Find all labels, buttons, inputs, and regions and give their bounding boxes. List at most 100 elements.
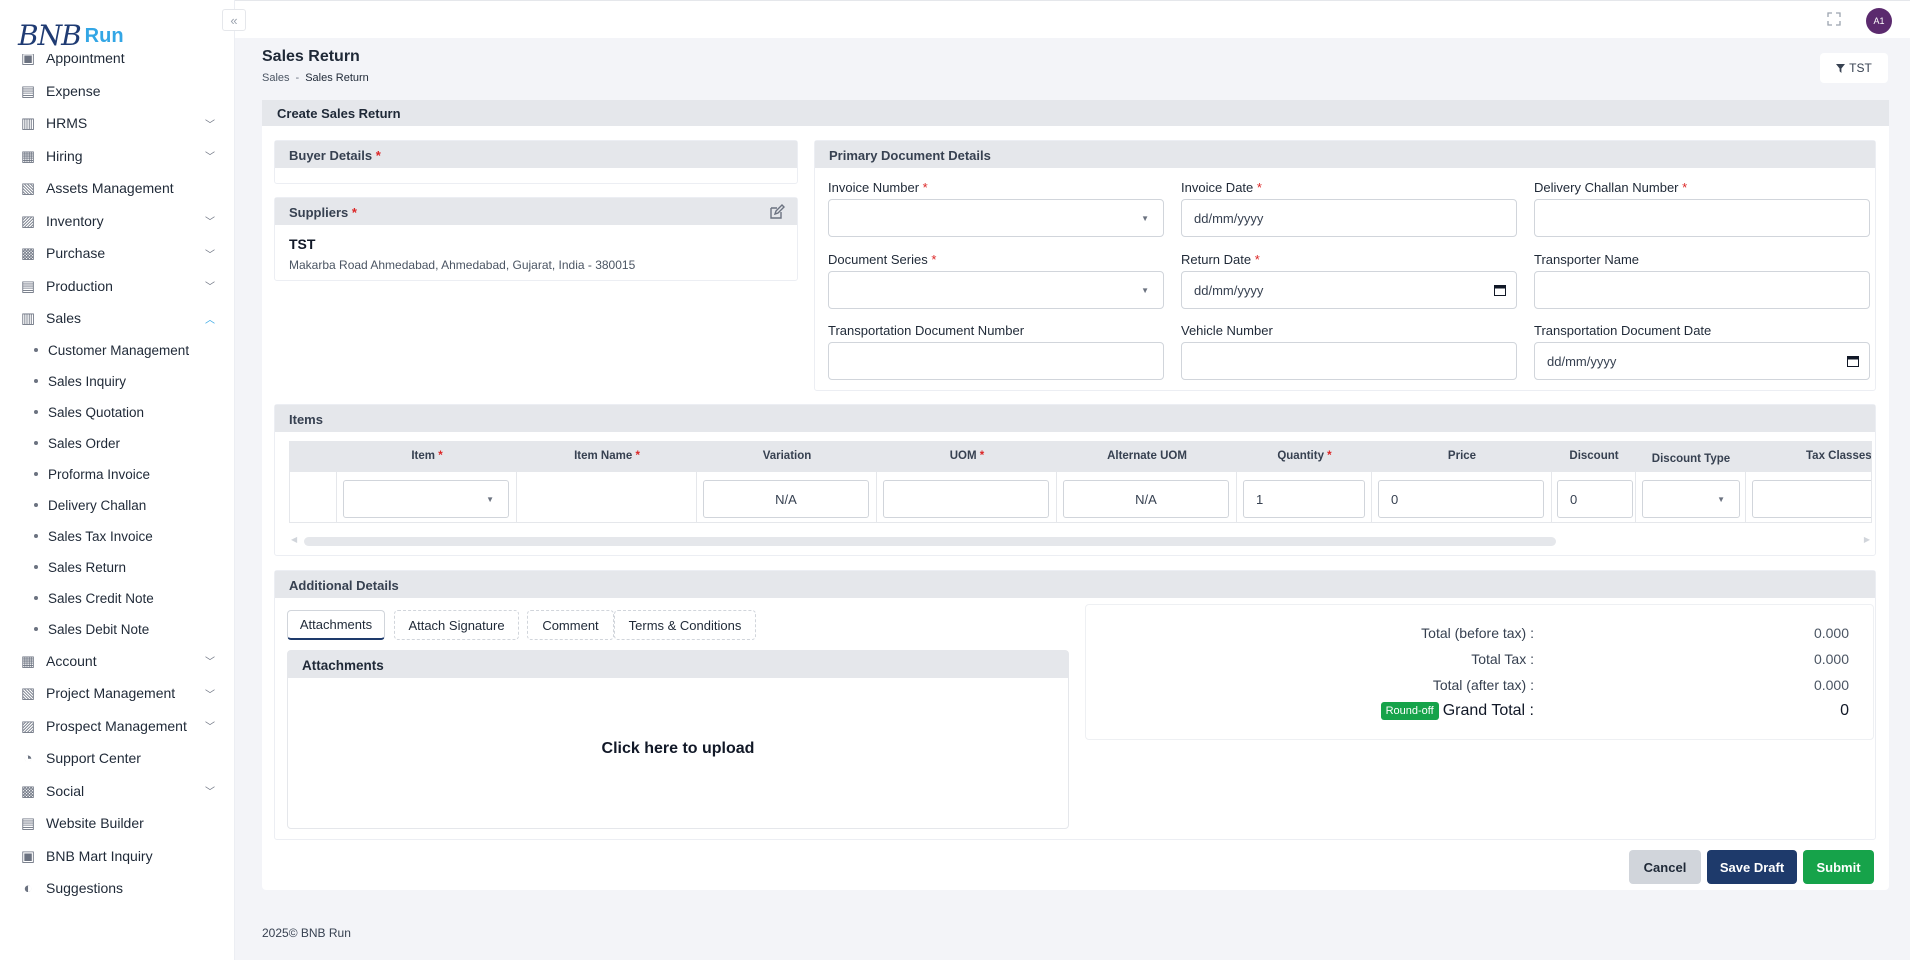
chevron-down-icon[interactable]: ﹀ — [205, 718, 215, 733]
attachments-upload-area[interactable]: Attachments Click here to upload — [287, 650, 1069, 829]
totals-summary: Total (before tax) : 0.000 Total Tax : 0… — [1085, 604, 1874, 740]
tab-comment[interactable]: Comment — [527, 610, 614, 640]
tab-terms-conditions[interactable]: Terms & Conditions — [614, 610, 756, 640]
discount-type-select[interactable]: ▼ — [1642, 480, 1740, 518]
grand-total-row: Round-off Grand Total : 0 — [1086, 702, 1873, 722]
sidebar-item-project-management[interactable]: ▧ Project Management ﹀ — [0, 677, 235, 710]
user-avatar[interactable]: A1 — [1866, 8, 1892, 34]
return-date-input[interactable]: dd/mm/yyyy — [1181, 271, 1517, 309]
chevron-down-icon[interactable]: ﹀ — [205, 278, 215, 293]
items-horizontal-scrollbar[interactable]: ◀ ▶ — [289, 535, 1872, 547]
sidebar-subitem-sales-credit-note[interactable]: Sales Credit Note — [0, 583, 235, 614]
chevron-down-icon[interactable]: ﹀ — [205, 148, 215, 163]
sidebar-subitem-sales-debit-note[interactable]: Sales Debit Note — [0, 614, 235, 645]
chevron-down-icon[interactable]: ﹀ — [205, 653, 215, 668]
sidebar-item-expense[interactable]: ▤ Expense — [0, 75, 235, 108]
sidebar-item-account[interactable]: ▦ Account ﹀ — [0, 645, 235, 678]
sidebar-item-label: Production — [46, 277, 113, 294]
sidebar-subitem-sales-return[interactable]: Sales Return — [0, 552, 235, 583]
bullet-icon — [34, 379, 38, 383]
brand-logo[interactable]: BNB Run — [18, 6, 124, 52]
sidebar-item-label: Support Center — [46, 750, 141, 767]
fullscreen-icon[interactable] — [1827, 12, 1841, 26]
sidebar-item-purchase[interactable]: ▩ Purchase ﹀ — [0, 237, 235, 270]
sidebar-item-production[interactable]: ▤ Production ﹀ — [0, 270, 235, 303]
calendar-check-icon: ▣ — [20, 54, 36, 68]
sidebar-item-inventory[interactable]: ▨ Inventory ﹀ — [0, 205, 235, 238]
sidebar-item-hrms[interactable]: ▥ HRMS ﹀ — [0, 107, 235, 140]
variation-input[interactable]: N/A — [703, 480, 869, 518]
total-tax-label: Total Tax : — [1471, 651, 1534, 667]
transport-doc-date-input[interactable]: dd/mm/yyyy — [1534, 342, 1870, 380]
save-draft-button[interactable]: Save Draft — [1707, 850, 1797, 884]
sidebar-subitem-proforma-invoice[interactable]: Proforma Invoice — [0, 459, 235, 490]
invoice-number-select[interactable]: ▼ — [828, 199, 1164, 237]
tax-classes-select[interactable] — [1752, 480, 1871, 518]
sidebar-item-suggestions[interactable]: ◐ Suggestions — [0, 872, 235, 905]
sidebar-item-bnb-mart-inquiry[interactable]: ▣ BNB Mart Inquiry — [0, 840, 235, 873]
upload-prompt[interactable]: Click here to upload — [288, 740, 1068, 758]
chevron-down-icon[interactable]: ﹀ — [205, 783, 215, 798]
uom-input[interactable] — [883, 480, 1049, 518]
submit-button[interactable]: Submit — [1803, 850, 1874, 884]
supplier-address: Makarba Road Ahmedabad, Ahmedabad, Gujar… — [289, 258, 636, 272]
sidebar-item-hiring[interactable]: ▦ Hiring ﹀ — [0, 140, 235, 173]
tab-attachments[interactable]: Attachments — [287, 610, 385, 640]
sidebar-subitem-sales-tax-invoice[interactable]: Sales Tax Invoice — [0, 521, 235, 552]
round-off-badge[interactable]: Round-off — [1380, 702, 1439, 720]
sidebar-subitem-delivery-challan[interactable]: Delivery Challan — [0, 490, 235, 521]
alternate-uom-input[interactable]: N/A — [1063, 480, 1229, 518]
sidebar-item-assets-management[interactable]: ▧ Assets Management — [0, 172, 235, 205]
row-actions-cell — [290, 472, 337, 522]
sidebar-subitem-sales-order[interactable]: Sales Order — [0, 428, 235, 459]
collapse-sidebar-icon[interactable]: « — [222, 9, 246, 31]
sidebar-item-prospect-management[interactable]: ▨ Prospect Management ﹀ — [0, 710, 235, 743]
scroll-left-icon[interactable]: ◀ — [291, 535, 297, 544]
price-input[interactable]: 0 — [1378, 480, 1544, 518]
sidebar-item-label: Assets Management — [46, 180, 174, 197]
vehicle-number-input[interactable] — [1181, 342, 1517, 380]
item-select[interactable]: ▼ — [343, 480, 509, 518]
filter-icon — [1836, 63, 1846, 73]
sidebar-subitem-label: Customer Management — [48, 342, 190, 358]
cancel-button[interactable]: Cancel — [1629, 850, 1701, 884]
chevron-up-icon[interactable]: ︿ — [205, 311, 215, 326]
quantity-input[interactable]: 1 — [1243, 480, 1365, 518]
chevron-down-icon[interactable]: ﹀ — [205, 686, 215, 701]
sidebar-subitem-sales-inquiry[interactable]: Sales Inquiry — [0, 366, 235, 397]
transport-doc-number-input[interactable] — [828, 342, 1164, 380]
sidebar-subitem-label: Sales Quotation — [48, 404, 145, 420]
invoice-date-input[interactable]: dd/mm/yyyy — [1181, 199, 1517, 237]
date-placeholder: dd/mm/yyyy — [1547, 353, 1617, 369]
sidebar-item-social[interactable]: ▩ Social ﹀ — [0, 775, 235, 808]
chevron-down-icon[interactable]: ﹀ — [205, 213, 215, 228]
transporter-name-input[interactable] — [1534, 271, 1870, 309]
edit-icon[interactable] — [769, 204, 785, 220]
chevron-down-icon[interactable]: ﹀ — [205, 116, 215, 131]
sidebar-item-label: Account — [46, 652, 97, 669]
chevron-down-icon[interactable]: ﹀ — [205, 246, 215, 261]
sidebar-item-support-center[interactable]: ◔ Support Center — [0, 742, 235, 775]
item-name-cell — [517, 472, 697, 522]
sidebar-item-website-builder[interactable]: ▤ Website Builder — [0, 807, 235, 840]
sidebar-item-appointment[interactable]: ▣ Appointment — [0, 54, 235, 75]
sidebar-subitem-sales-quotation[interactable]: Sales Quotation — [0, 397, 235, 428]
scrollbar-thumb[interactable] — [304, 537, 1556, 546]
mart-icon: ▣ — [20, 847, 36, 865]
calendar-icon[interactable] — [1847, 355, 1859, 367]
items-table: Item * Item Name * Variation UOM * Alter… — [289, 441, 1872, 523]
company-filter-button[interactable]: TST — [1820, 53, 1888, 83]
document-series-select[interactable]: ▼ — [828, 271, 1164, 309]
calendar-icon[interactable] — [1494, 284, 1506, 296]
delivery-challan-input[interactable] — [1534, 199, 1870, 237]
tab-attach-signature[interactable]: Attach Signature — [394, 610, 519, 640]
toggle-icon: ◐ — [23, 879, 33, 897]
invoice-date-label: Invoice Date * — [1181, 180, 1262, 195]
delivery-challan-label: Delivery Challan Number * — [1534, 180, 1688, 195]
sidebar-item-sales[interactable]: ▥ Sales ︿ — [0, 302, 235, 335]
sidebar-subitem-customer-management[interactable]: Customer Management — [0, 335, 235, 366]
discount-input[interactable]: 0 — [1557, 480, 1633, 518]
col-alternate-uom: Alternate UOM — [1107, 450, 1187, 462]
breadcrumb-parent[interactable]: Sales — [262, 72, 290, 84]
scroll-right-icon[interactable]: ▶ — [1864, 535, 1870, 544]
